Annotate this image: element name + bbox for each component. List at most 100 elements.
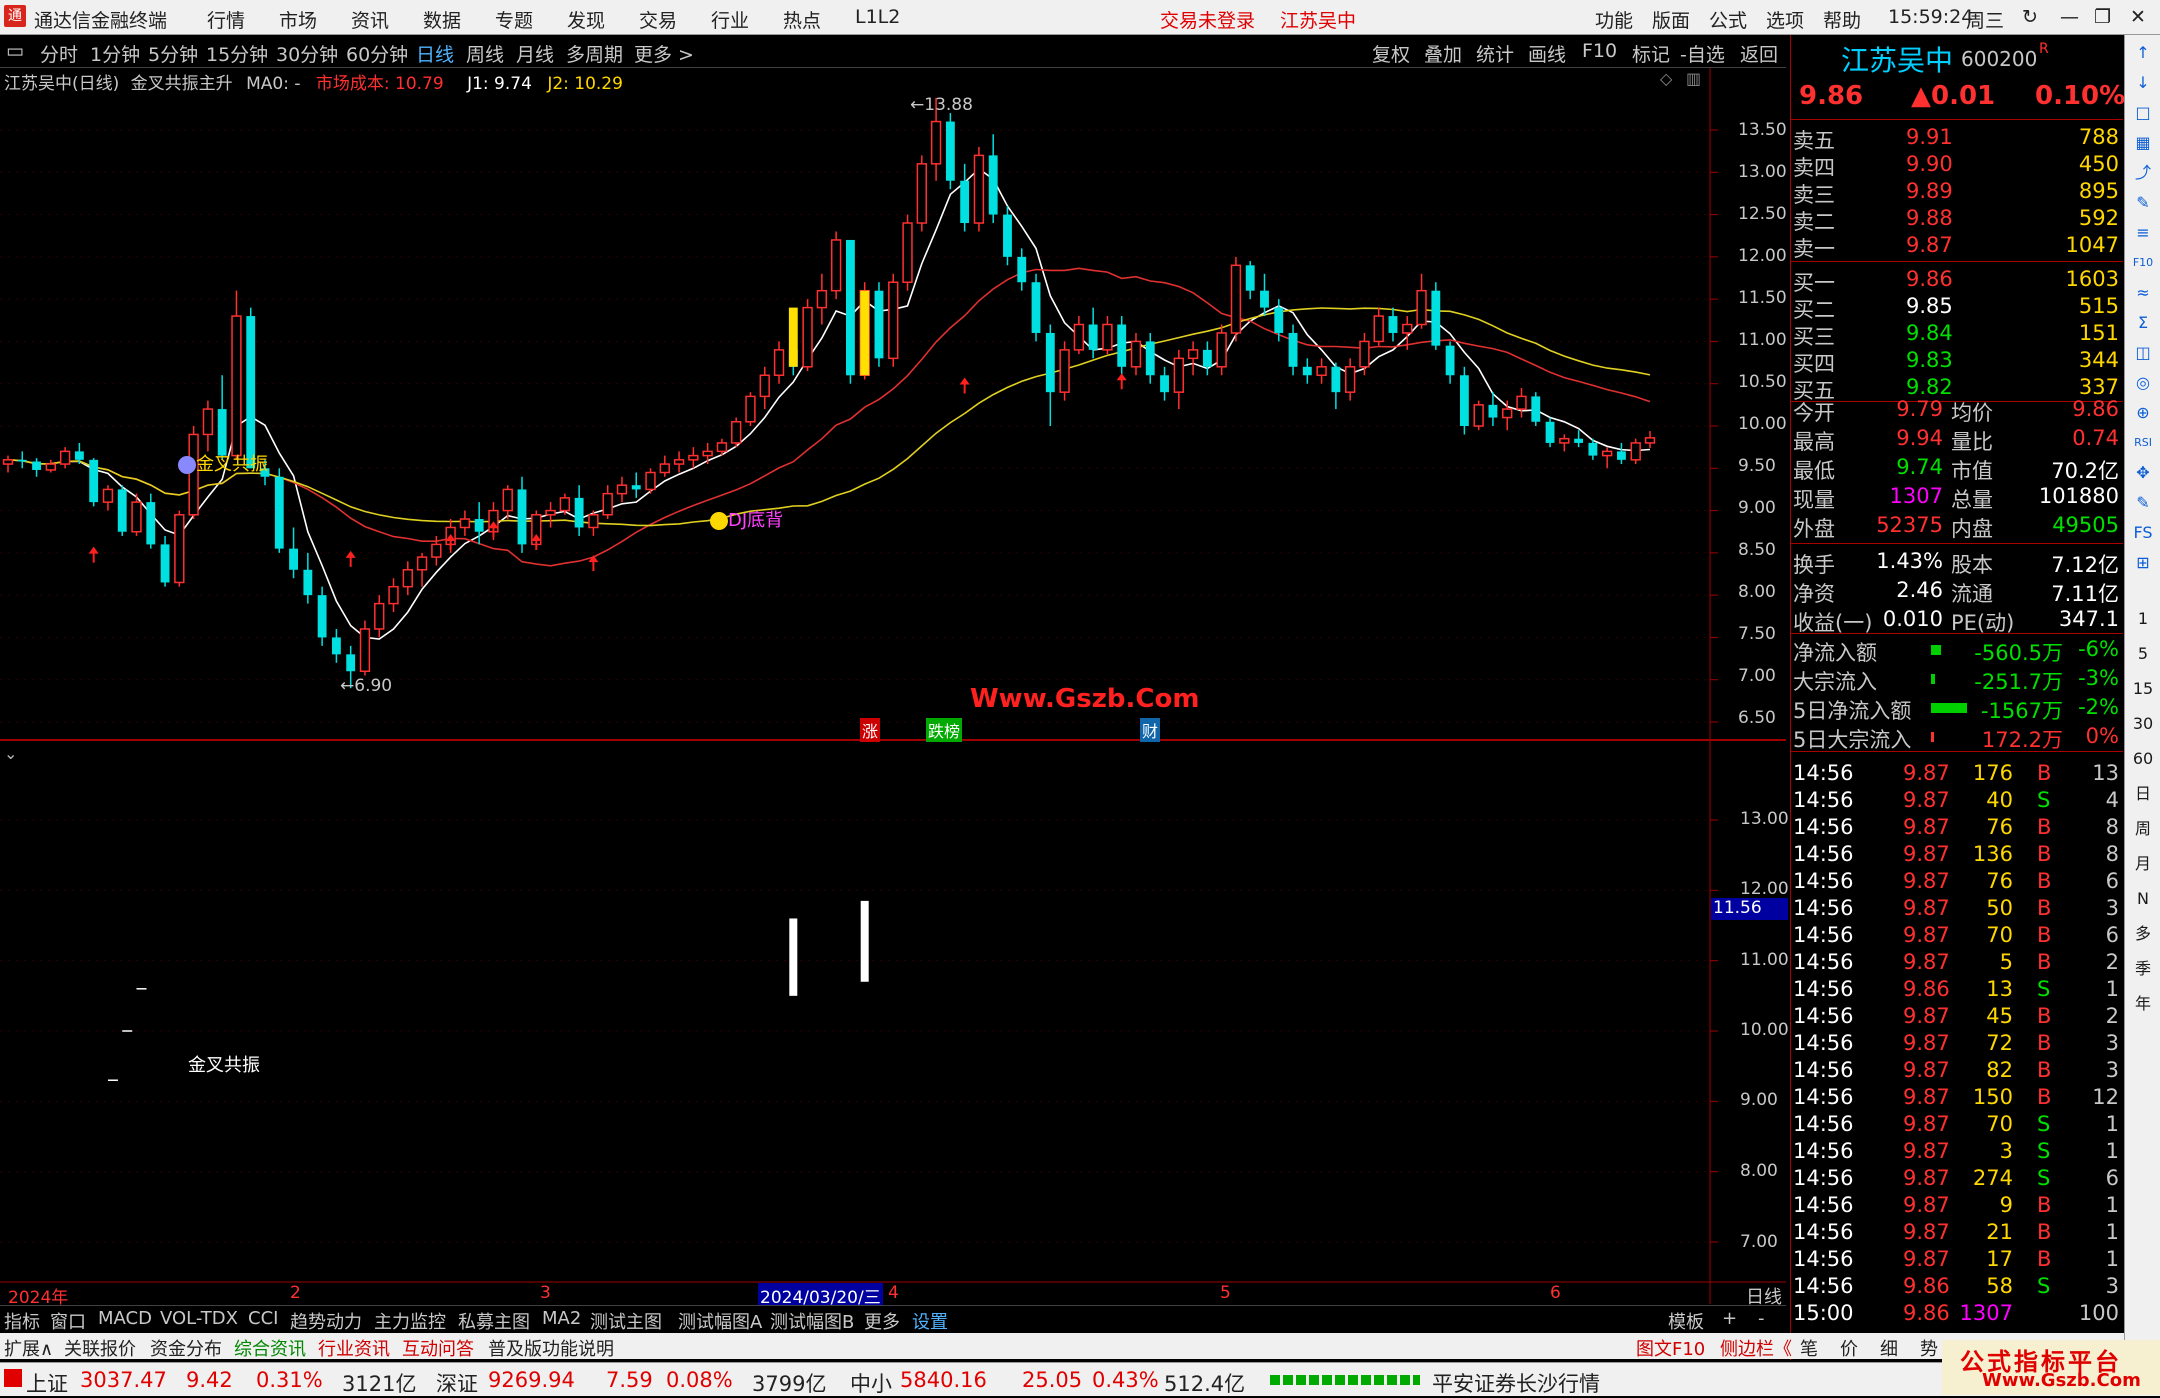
tab-detail[interactable]: 细 xyxy=(1880,1335,1898,1361)
period-n-icon[interactable]: N xyxy=(2129,885,2157,913)
period-day-icon[interactable]: 日 xyxy=(2129,780,2157,808)
tab-trend[interactable]: 势 xyxy=(1920,1335,1938,1361)
list-icon[interactable]: ≡ xyxy=(2129,219,2157,247)
badge-diebang[interactable]: 跌榜 xyxy=(926,718,963,742)
tool-biaoji[interactable]: 标记 xyxy=(1632,40,1670,67)
tab-macd[interactable]: MACD xyxy=(98,1308,152,1329)
period-season-icon[interactable]: 季 xyxy=(2129,955,2157,983)
sz-label[interactable]: 深证 xyxy=(436,1368,478,1398)
panel-icon[interactable]: ◫ xyxy=(2129,339,2157,367)
kline-chart[interactable] xyxy=(0,68,1788,1304)
tab-settings[interactable]: 设置 xyxy=(912,1308,948,1334)
period-30-icon[interactable]: 30 xyxy=(2129,710,2157,738)
period-week-icon[interactable]: 周 xyxy=(2129,815,2157,843)
tool-fuquan[interactable]: 复权 xyxy=(1372,40,1410,67)
menu-hangqing[interactable]: 行情 xyxy=(207,6,245,33)
period-more[interactable]: 更多 > xyxy=(634,40,694,67)
tool-huaxian[interactable]: 画线 xyxy=(1528,40,1566,67)
menu-shuju[interactable]: 数据 xyxy=(423,6,461,33)
fs-icon[interactable]: FS xyxy=(2129,519,2157,547)
target-icon[interactable]: ◎ xyxy=(2129,369,2157,397)
tab-capital-dist[interactable]: 资金分布 xyxy=(150,1335,222,1361)
period-multi-icon[interactable]: 多 xyxy=(2129,920,2157,948)
period-weekly[interactable]: 周线 xyxy=(466,40,504,67)
period-1-icon[interactable]: 1 xyxy=(2129,605,2157,633)
tab-related-quote[interactable]: 关联报价 xyxy=(64,1335,136,1361)
tab-price[interactable]: 价 xyxy=(1840,1335,1858,1361)
zx-label[interactable]: 中小 xyxy=(850,1368,892,1398)
ask-row[interactable]: 卖五 9.91 788 xyxy=(1791,123,2123,153)
wave-icon[interactable]: ≈ xyxy=(2129,279,2157,307)
toolbar-menu-icon[interactable]: ▭ xyxy=(6,40,24,62)
ask-row[interactable]: 卖四 9.90 450 xyxy=(1791,150,2123,180)
menu-zhuanti[interactable]: 专题 xyxy=(495,6,533,33)
up-icon[interactable]: ↑ xyxy=(2129,39,2157,67)
tab-industry-news[interactable]: 行业资讯 xyxy=(318,1335,390,1361)
period-60-icon[interactable]: 60 xyxy=(2129,745,2157,773)
menu-l1l2[interactable]: L1L2 xyxy=(855,6,900,28)
period-fenshi[interactable]: 分时 xyxy=(40,40,78,67)
menu-gongneng[interactable]: 功能 xyxy=(1595,6,1633,33)
tool-fanhui[interactable]: 返回 xyxy=(1740,40,1778,67)
menu-zixun[interactable]: 资讯 xyxy=(351,6,389,33)
period-year-icon[interactable]: 年 xyxy=(2129,990,2157,1018)
tab-vol-tdx[interactable]: VOL-TDX xyxy=(160,1308,238,1329)
minimize-icon[interactable]: — xyxy=(2060,6,2079,28)
tab-window[interactable]: 窗口 xyxy=(50,1308,86,1334)
ask-row[interactable]: 卖二 9.88 592 xyxy=(1791,204,2123,234)
broker-name[interactable]: 平安证券长沙行情 xyxy=(1432,1368,1600,1398)
period-month-icon[interactable]: 月 xyxy=(2129,850,2157,878)
bid-row[interactable]: 买四 9.83 344 xyxy=(1791,346,2123,376)
refresh-icon[interactable]: ↻ xyxy=(2022,6,2038,28)
restore-icon[interactable]: ❐ xyxy=(2094,6,2111,28)
tab-help[interactable]: 普及版功能说明 xyxy=(488,1335,614,1361)
trend-icon[interactable]: ⤴ xyxy=(2129,159,2157,187)
bid-row[interactable]: 买二 9.85 515 xyxy=(1791,292,2123,322)
tab-test-sub-a[interactable]: 测试幅图A xyxy=(678,1308,762,1334)
chart-formula-title[interactable]: 金叉共振主升 xyxy=(131,74,233,94)
tab-expand[interactable]: 扩展∧ xyxy=(4,1335,53,1361)
bid-row[interactable]: 买一 9.86 1603 xyxy=(1791,265,2123,295)
tool-zixuan[interactable]: -自选 xyxy=(1680,40,1725,67)
menu-banmian[interactable]: 版面 xyxy=(1652,6,1690,33)
period-5-icon[interactable]: 5 xyxy=(2129,640,2157,668)
tool-tongji[interactable]: 统计 xyxy=(1476,40,1514,67)
pen-icon[interactable]: ✎ xyxy=(2129,489,2157,517)
tab-test-sub-b[interactable]: 测试幅图B xyxy=(770,1308,854,1334)
menu-hangye[interactable]: 行业 xyxy=(711,6,749,33)
period-1min[interactable]: 1分钟 xyxy=(90,40,140,67)
move-icon[interactable]: ✥ xyxy=(2129,459,2157,487)
ask-row[interactable]: 卖一 9.87 1047 xyxy=(1791,231,2123,261)
tool-f10[interactable]: F10 xyxy=(1582,40,1617,62)
tool-diejia[interactable]: 叠加 xyxy=(1424,40,1462,67)
period-multi[interactable]: 多周期 xyxy=(566,40,623,67)
badge-zhang[interactable]: 涨 xyxy=(860,718,881,742)
menu-jiaoyi[interactable]: 交易 xyxy=(639,6,677,33)
sh-label[interactable]: 上证 xyxy=(26,1368,68,1398)
period-monthly[interactable]: 月线 xyxy=(516,40,554,67)
badge-cai[interactable]: 财 xyxy=(1140,718,1161,742)
tab-test-main[interactable]: 测试主图 xyxy=(590,1308,662,1334)
chart-maximize-icon[interactable]: ▥ xyxy=(1686,69,1701,88)
tab-qa[interactable]: 互动问答 xyxy=(402,1335,474,1361)
period-30min[interactable]: 30分钟 xyxy=(276,40,338,67)
draw-icon[interactable]: ✎ xyxy=(2129,189,2157,217)
tab-template[interactable]: 模板 xyxy=(1668,1308,1704,1334)
plus-icon[interactable]: ⊕ xyxy=(2129,399,2157,427)
tab-pen[interactable]: 笔 xyxy=(1800,1335,1818,1361)
close-icon[interactable]: ✕ xyxy=(2130,6,2146,28)
tab-trend-power[interactable]: 趋势动力 xyxy=(290,1308,362,1334)
lower-chart-toggle-icon[interactable]: ⌄ xyxy=(4,744,17,763)
period-15min[interactable]: 15分钟 xyxy=(206,40,268,67)
tab-general-news[interactable]: 综合资讯 xyxy=(234,1335,306,1361)
period-daily[interactable]: 日线 xyxy=(416,40,454,67)
tab-add-icon[interactable]: + xyxy=(1722,1308,1737,1329)
menu-faxian[interactable]: 发现 xyxy=(567,6,605,33)
period-15-icon[interactable]: 15 xyxy=(2129,675,2157,703)
tab-private-main[interactable]: 私募主图 xyxy=(458,1308,530,1334)
tab-sidebar[interactable]: 侧边栏《 xyxy=(1720,1335,1792,1361)
tab-remove-icon[interactable]: - xyxy=(1758,1308,1765,1329)
tab-cci[interactable]: CCI xyxy=(248,1308,278,1329)
grid-icon[interactable]: ▦ xyxy=(2129,129,2157,157)
menu-redian[interactable]: 热点 xyxy=(783,6,821,33)
